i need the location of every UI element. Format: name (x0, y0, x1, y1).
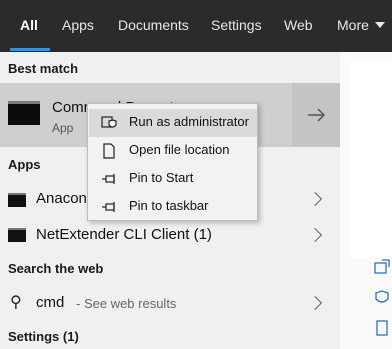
apps-heading: Apps (8, 157, 41, 172)
settings-heading: Settings (1) (8, 329, 79, 344)
file-icon (103, 143, 115, 159)
web-hint: - See web results (76, 296, 177, 311)
chevron-right-icon[interactable] (307, 191, 323, 207)
list-item-netextender[interactable]: NetExtender CLI Client (1) (0, 218, 340, 252)
arrow-right-icon (308, 108, 326, 122)
menu-item-label: Open file location (129, 142, 230, 157)
tab-web[interactable]: Web (284, 0, 313, 52)
tab-apps[interactable]: Apps (62, 0, 94, 52)
best-match-heading: Best match (8, 61, 79, 76)
terminal-icon (8, 193, 26, 207)
menu-item-pin-to-start[interactable]: Pin to Start (89, 165, 257, 193)
search-icon: ⚲ (10, 294, 22, 311)
chevron-right-icon[interactable] (307, 295, 323, 311)
pin-icon (102, 202, 115, 212)
best-match-subtitle: App (52, 121, 74, 135)
chevron-right-icon[interactable] (307, 227, 323, 243)
tab-more-label: More (337, 17, 369, 33)
tab-more[interactable]: More (337, 0, 385, 52)
tab-all[interactable]: All (20, 0, 38, 52)
shield-icon (101, 116, 117, 128)
chevron-down-icon (374, 22, 385, 28)
pin-icon (102, 174, 115, 184)
menu-item-open-file-location[interactable]: Open file location (89, 137, 257, 165)
command-prompt-icon (8, 101, 40, 125)
menu-item-label: Run as administrator (129, 114, 249, 129)
terminal-icon (8, 228, 26, 242)
file-icon[interactable] (374, 320, 390, 336)
app-label: NetExtender CLI Client (1) (36, 226, 212, 243)
menu-item-label: Pin to Start (129, 170, 194, 185)
menu-item-pin-to-taskbar[interactable]: Pin to taskbar (89, 193, 257, 221)
open-icon[interactable] (374, 259, 390, 275)
shield-icon[interactable] (374, 290, 390, 306)
menu-item-run-as-administrator[interactable]: Run as administrator (89, 109, 257, 137)
search-web-heading: Search the web (8, 261, 104, 276)
preview-card (350, 62, 392, 257)
active-tab-indicator (10, 48, 50, 51)
tab-documents[interactable]: Documents (118, 0, 189, 52)
menu-item-label: Pin to taskbar (129, 198, 209, 213)
context-menu: Run as administrator Open file location … (87, 103, 258, 221)
tab-settings[interactable]: Settings (211, 0, 262, 52)
search-tab-bar: All Apps Documents Settings Web More (0, 0, 392, 52)
web-query: cmd (36, 294, 65, 311)
open-preview-button[interactable] (292, 83, 340, 147)
